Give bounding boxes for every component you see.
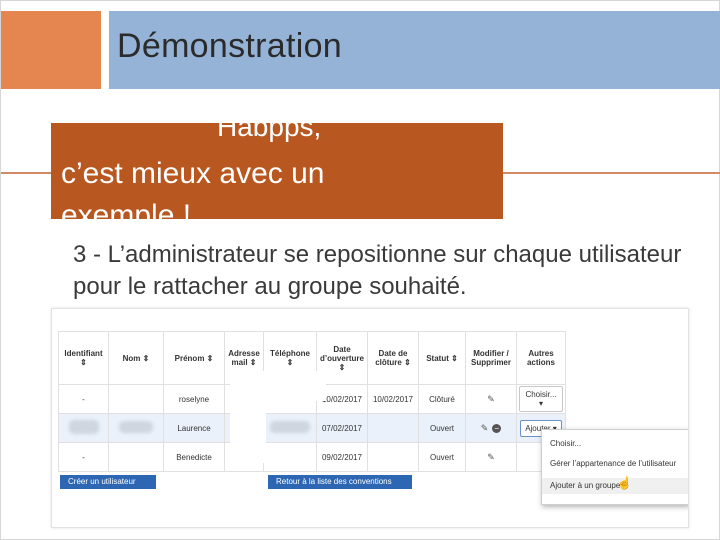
callout-line-1: Habpps, — [217, 123, 322, 142]
table-row: - Benedicte 09/02/2017 Ouvert ✎ — [58, 442, 566, 472]
cell-date-ouverture: 09/02/2017 — [316, 442, 368, 472]
redacted-blur — [119, 421, 153, 433]
callout-line-2: c’est mieux avec un — [61, 157, 325, 190]
cell-statut: Ouvert — [418, 442, 466, 472]
cell-statut: Clôturé — [418, 384, 466, 414]
create-user-button[interactable]: Créer un utilisateur — [60, 475, 156, 489]
delete-icon[interactable]: − — [492, 423, 502, 433]
dropdown-option-ajouter-groupe[interactable]: Ajouter à un groupe — [542, 478, 688, 494]
cell-prenom: Laurence — [163, 413, 225, 443]
actions-dropdown-menu: Choisir... Gérer l’appartenance de l’uti… — [541, 429, 688, 505]
col-prenom[interactable]: Prénom ⇕ — [163, 331, 225, 385]
back-to-conventions-button[interactable]: Retour à la liste des conventions — [268, 475, 412, 489]
cell-prenom: Benedicte — [163, 442, 225, 472]
col-date-cloture[interactable]: Date de clôture ⇕ — [367, 331, 419, 385]
col-identifiant[interactable]: Identifiant ⇕ — [58, 331, 109, 385]
cell-date-cloture: 10/02/2017 — [367, 384, 419, 414]
actions-select[interactable]: Choisir... ▾ — [519, 386, 563, 412]
cell-date-cloture — [367, 413, 419, 443]
edit-icon[interactable]: ✎ — [487, 452, 495, 462]
col-statut[interactable]: Statut ⇕ — [418, 331, 466, 385]
dropdown-option-choisir[interactable]: Choisir... — [542, 436, 688, 452]
users-table: Identifiant ⇕ Nom ⇕ Prénom ⇕ Adresse mai… — [58, 331, 566, 472]
cell-date-cloture — [367, 442, 419, 472]
actions-select-value: Choisir... — [525, 390, 557, 399]
col-nom[interactable]: Nom ⇕ — [108, 331, 164, 385]
cell-statut: Ouvert — [418, 413, 466, 443]
slide: Démonstration Habpps, c’est mieux avec u… — [0, 0, 720, 540]
redaction-cover — [266, 371, 326, 401]
callout-line-3: exemple ! — [61, 199, 192, 219]
slide-title: Démonstration — [117, 27, 342, 65]
accent-square — [1, 11, 101, 89]
dropdown-option-gerer-appartenance[interactable]: Gérer l’appartenance de l’utilisateur — [542, 456, 688, 472]
col-modifier: Modifier / Supprimer — [465, 331, 517, 385]
hand-cursor-icon: ☝ — [617, 476, 632, 490]
callout-box: Habpps, c’est mieux avec un exemple ! — [51, 123, 503, 219]
app-screenshot: Identifiant ⇕ Nom ⇕ Prénom ⇕ Adresse mai… — [51, 308, 689, 528]
redacted-blur — [270, 421, 310, 433]
step-description: 3 - L’administrateur se repositionne sur… — [73, 241, 682, 300]
table-row: Laurence 07/02/2017 Ouvert ✎ − Ajouter ▾ — [58, 413, 566, 443]
edit-icon[interactable]: ✎ — [487, 394, 495, 404]
cell-prenom: roselyne — [163, 384, 225, 414]
cell-date-ouverture: 07/02/2017 — [316, 413, 368, 443]
edit-icon[interactable]: ✎ — [481, 423, 489, 433]
redacted-blur — [68, 420, 99, 434]
col-autres-actions: Autres actions — [516, 331, 566, 385]
redaction-cover — [230, 371, 266, 463]
